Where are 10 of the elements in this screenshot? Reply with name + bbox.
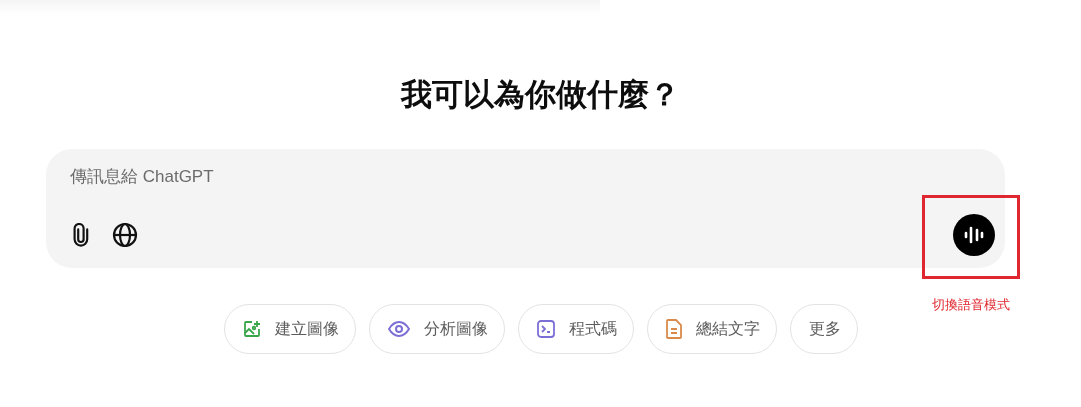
voice-mode-icon[interactable] (953, 214, 995, 256)
annotation-label: 切換語音模式 (932, 296, 1010, 314)
suggestion-chip[interactable]: 程式碼 (517, 304, 634, 354)
suggestion-chip[interactable]: 總結文字 (646, 304, 777, 354)
message-field[interactable]: 傳訊息給 ChatGPT (70, 163, 570, 191)
suggestion-chip[interactable]: 建立圖像 (223, 304, 356, 354)
globe-icon[interactable] (112, 222, 138, 248)
suggestion-chip[interactable]: 分析圖像 (368, 304, 505, 354)
page-heading: 我可以為你做什麼？ (401, 76, 680, 114)
suggestion-chip[interactable]: 更多 (789, 304, 858, 354)
